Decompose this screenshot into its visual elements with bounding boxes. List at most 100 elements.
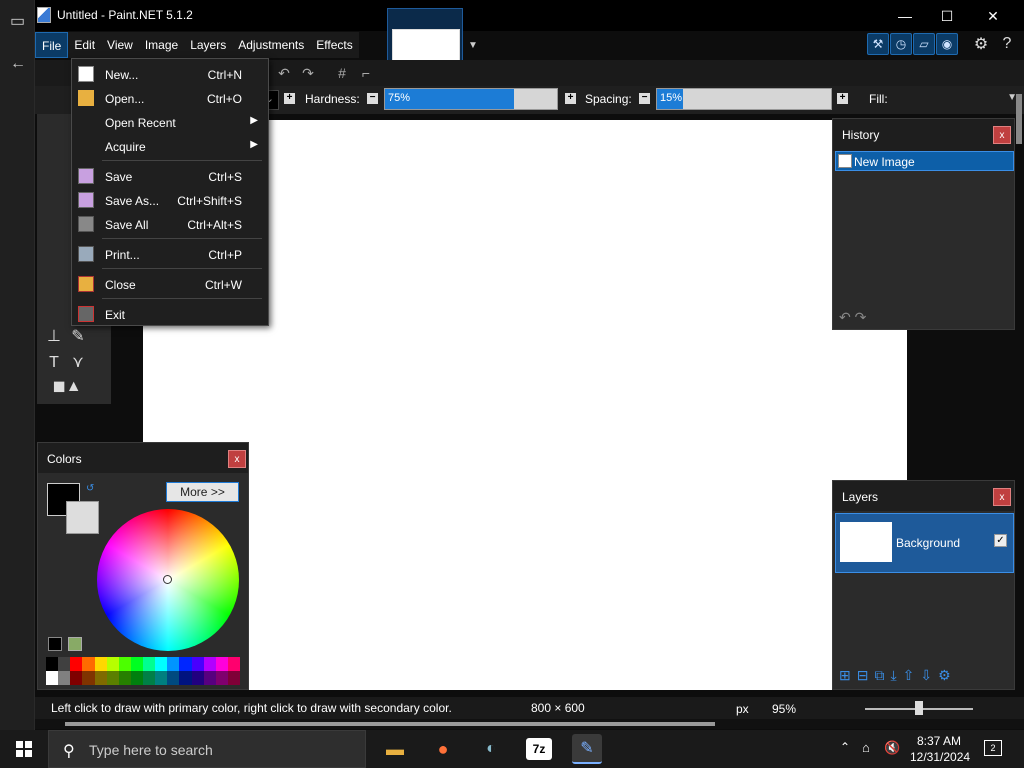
palette-swatch[interactable] <box>58 657 71 671</box>
more-colors-button[interactable]: More >> <box>166 482 239 502</box>
settings-gear-icon[interactable]: ⚙ <box>970 33 992 55</box>
palette-swatch[interactable] <box>106 671 119 685</box>
layers-panel-toggle-icon[interactable]: ▱ <box>913 33 935 55</box>
clone-stamp-tool-icon[interactable]: ⊥ <box>43 326 65 348</box>
vertical-scrollbar[interactable] <box>1016 94 1022 144</box>
menu-view[interactable]: View <box>101 32 139 58</box>
close-window-button[interactable]: ✕ <box>983 6 1003 26</box>
undo-icon[interactable]: ↶ <box>275 64 293 82</box>
zoom-slider-thumb[interactable] <box>915 701 923 715</box>
grid-icon[interactable]: # <box>333 64 351 82</box>
swap-colors-icon[interactable]: ↺ <box>86 483 94 494</box>
palette-swatch[interactable] <box>82 671 95 685</box>
duplicate-layer-icon[interactable]: ⧉ <box>874 667 884 684</box>
line-curve-tool-icon[interactable]: ⋎ <box>67 352 89 374</box>
paint-net-taskbar-icon[interactable]: ✎ <box>572 734 602 764</box>
move-layer-down-icon[interactable]: ⇩ <box>920 667 932 684</box>
palette-swatch[interactable] <box>191 671 204 685</box>
taskbar-search-box[interactable]: ⚲ Type here to search <box>48 730 366 768</box>
palette-swatch[interactable] <box>203 657 216 671</box>
spacing-plus-button[interactable]: + <box>837 93 848 104</box>
palette-swatch[interactable] <box>143 671 156 685</box>
ruler-icon[interactable]: ⌐ <box>357 64 375 82</box>
hardness-plus-button[interactable]: + <box>565 93 576 104</box>
palette-swatch[interactable] <box>70 657 83 671</box>
palette-swatch[interactable] <box>130 657 143 671</box>
palette-menu-icon[interactable] <box>68 637 82 651</box>
palette-swatch[interactable] <box>167 671 180 685</box>
palette-swatch[interactable] <box>215 657 228 671</box>
menu-edit[interactable]: Edit <box>68 32 101 58</box>
menu-file[interactable]: File <box>35 32 69 58</box>
palette-swatch[interactable] <box>155 671 168 685</box>
palette-swatch[interactable] <box>46 657 59 671</box>
spacing-minus-button[interactable]: − <box>639 93 650 104</box>
minimize-button[interactable]: — <box>895 6 915 26</box>
palette-swatch[interactable] <box>58 671 71 685</box>
7zip-icon[interactable]: 7z <box>526 738 552 760</box>
palette-swatch[interactable] <box>46 671 59 685</box>
volume-muted-icon[interactable]: 🔇 <box>884 740 900 756</box>
paint-palette-icon[interactable]: ◐ <box>476 734 506 764</box>
windows-start-icon[interactable] <box>16 741 32 757</box>
palette-swatch[interactable] <box>203 671 216 685</box>
menu-image[interactable]: Image <box>139 32 184 58</box>
colors-panel-close-button[interactable]: x <box>228 450 246 468</box>
tab-list-dropdown-icon[interactable]: ▼ <box>468 40 478 51</box>
recolor-tool-icon[interactable]: ✎ <box>67 326 89 348</box>
menu-layers[interactable]: Layers <box>184 32 232 58</box>
menu-item-save[interactable]: Save Ctrl+S <box>72 164 268 188</box>
hardness-decrease-button[interactable]: + <box>284 93 295 104</box>
help-icon[interactable]: ? <box>996 33 1018 55</box>
undo-icon[interactable]: ↶ <box>839 309 851 325</box>
units-selector[interactable]: px <box>736 702 749 716</box>
palette-swatch[interactable] <box>215 671 228 685</box>
hardness-slider[interactable]: 75% <box>384 88 558 110</box>
shapes-tool-icon[interactable]: ◼▲ <box>47 376 87 398</box>
palette-swatch[interactable] <box>106 657 119 671</box>
menu-effects[interactable]: Effects <box>310 32 358 58</box>
spacing-slider[interactable]: 15% <box>656 88 832 110</box>
palette-swatch[interactable] <box>82 657 95 671</box>
palette-swatch[interactable] <box>191 657 204 671</box>
history-panel-close-button[interactable]: x <box>993 126 1011 144</box>
palette-swatch[interactable] <box>118 671 131 685</box>
layer-row[interactable]: Background ✓ <box>835 513 1014 573</box>
clock-time[interactable]: 8:37 AM <box>917 734 961 748</box>
colors-panel-toggle-icon[interactable]: ◉ <box>936 33 958 55</box>
palette-swatch[interactable] <box>70 671 83 685</box>
menu-item-close[interactable]: Close Ctrl+W <box>72 272 268 296</box>
horizontal-scrollbar[interactable] <box>35 719 1024 729</box>
palette-swatch[interactable] <box>130 671 143 685</box>
horizontal-scroll-thumb[interactable] <box>65 722 715 726</box>
palette-swatch[interactable] <box>227 657 240 671</box>
palette-swatch[interactable] <box>94 657 107 671</box>
text-tool-icon[interactable]: T <box>43 352 65 374</box>
history-item[interactable]: New Image <box>835 151 1014 171</box>
zoom-level[interactable]: 95% <box>772 702 796 716</box>
secondary-color-swatch[interactable] <box>66 501 99 534</box>
palette-swatch[interactable] <box>227 671 240 685</box>
network-icon[interactable]: ⌂ <box>862 740 870 755</box>
palette-swatch[interactable] <box>167 657 180 671</box>
clock-date[interactable]: 12/31/2024 <box>910 750 970 764</box>
layer-visibility-checkbox[interactable]: ✓ <box>994 534 1007 547</box>
history-panel-toggle-icon[interactable]: ◷ <box>890 33 912 55</box>
file-explorer-icon[interactable]: ▬ <box>380 734 410 764</box>
menu-adjustments[interactable]: Adjustments <box>232 32 310 58</box>
hardness-minus-button[interactable]: − <box>367 93 378 104</box>
layers-panel-close-button[interactable]: x <box>993 488 1011 506</box>
notifications-icon[interactable]: 2 <box>984 740 1002 756</box>
add-color-icon[interactable] <box>48 637 62 651</box>
menu-item-print[interactable]: Print... Ctrl+P <box>72 242 268 266</box>
palette-swatch[interactable] <box>179 657 192 671</box>
palette-swatch[interactable] <box>118 657 131 671</box>
merge-layer-icon[interactable]: ⤓ <box>890 667 896 684</box>
menu-item-exit[interactable]: Exit <box>72 302 268 326</box>
menu-item-new[interactable]: New... Ctrl+N <box>72 62 268 86</box>
menu-item-acquire[interactable]: Acquire ▶ <box>72 134 268 158</box>
color-wheel-handle[interactable] <box>163 575 172 584</box>
move-layer-up-icon[interactable]: ⇧ <box>903 667 915 684</box>
firefox-icon[interactable]: ● <box>428 734 458 764</box>
delete-layer-icon[interactable]: ⊟ <box>857 667 869 684</box>
